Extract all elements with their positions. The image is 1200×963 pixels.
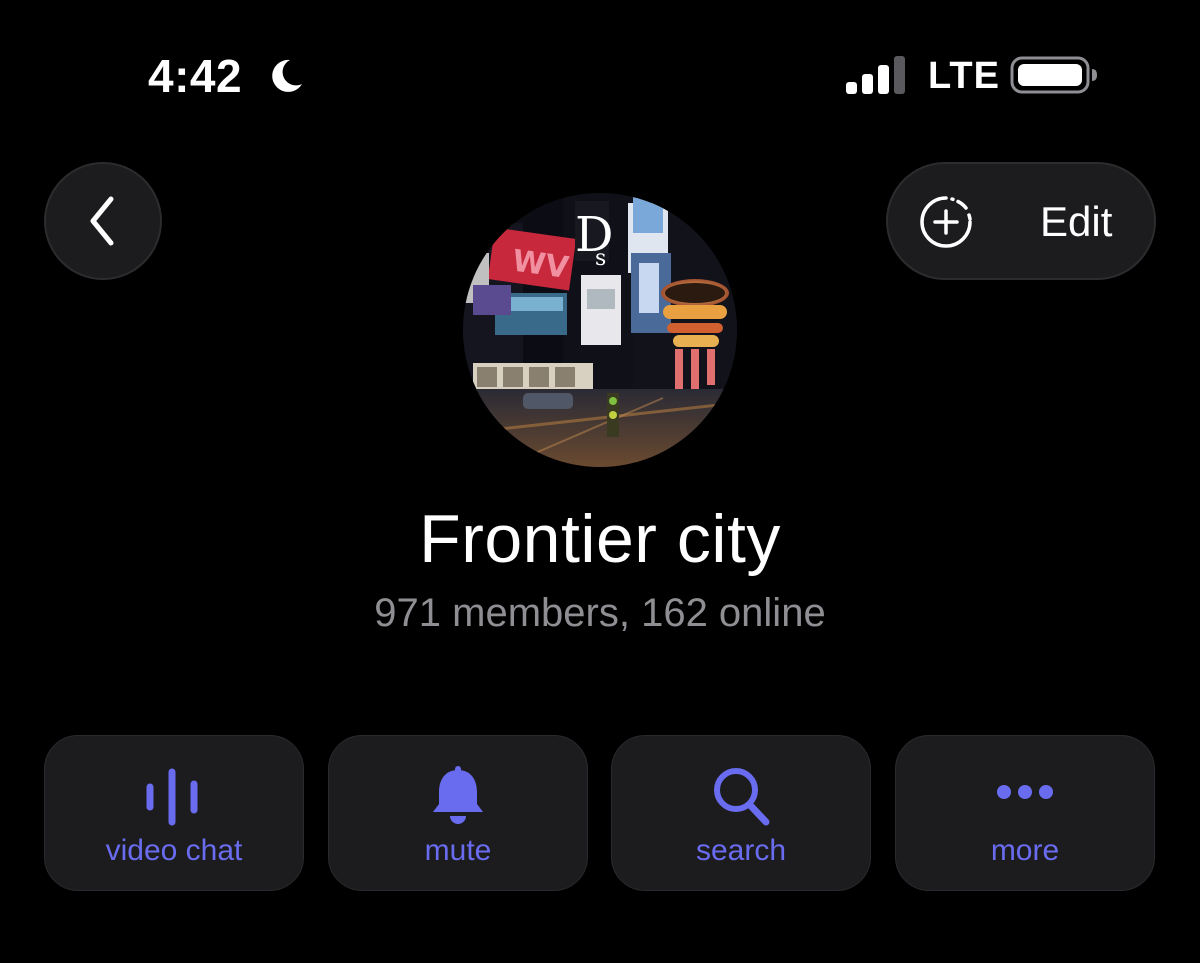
- group-title: Frontier city: [419, 501, 781, 577]
- status-time: 4:42: [148, 50, 243, 102]
- battery-icon: [1010, 56, 1097, 94]
- svg-text:s: s: [595, 246, 606, 271]
- video-chat-button[interactable]: video chat: [44, 735, 304, 891]
- mute-button[interactable]: mute: [328, 735, 588, 891]
- ellipsis-icon: [997, 785, 1053, 799]
- back-button[interactable]: [44, 162, 162, 280]
- search-icon: [714, 768, 770, 826]
- moon-icon: [272, 59, 302, 92]
- search-label: search: [695, 834, 787, 867]
- edit-label: Edit: [1040, 198, 1113, 245]
- network-type-label: LTE: [928, 55, 1000, 97]
- voice-waveform-icon: [146, 768, 198, 826]
- group-avatar[interactable]: WV D s: [463, 193, 737, 467]
- mute-label: mute: [424, 834, 492, 867]
- edit-button[interactable]: Edit: [886, 162, 1156, 280]
- more-button[interactable]: more: [895, 735, 1155, 891]
- search-button[interactable]: search: [611, 735, 871, 891]
- group-subtitle: 971 members, 162 online: [374, 591, 826, 635]
- video-chat-label: video chat: [105, 834, 243, 867]
- add-story-icon: [920, 196, 972, 248]
- chevron-left-icon: [90, 196, 114, 246]
- group-avatar-image: WV D s: [463, 193, 737, 467]
- cellular-signal-icon: [846, 56, 905, 94]
- bell-icon: [433, 766, 483, 824]
- more-label: more: [990, 834, 1060, 867]
